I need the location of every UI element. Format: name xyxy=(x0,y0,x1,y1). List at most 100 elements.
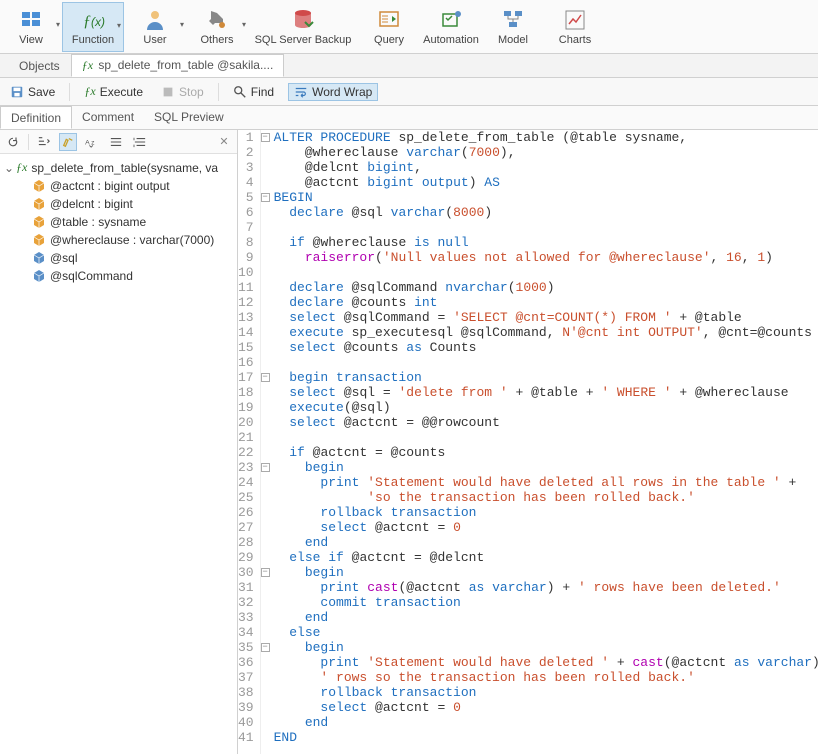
outline-panel: Az ✕ ⌄ ƒx sp_delete_from_table(sysname, … xyxy=(0,130,238,754)
ribbon-query[interactable]: Query xyxy=(358,2,420,52)
ribbon-user[interactable]: User▾ xyxy=(124,2,186,52)
tree-item[interactable]: @delcnt : bigint xyxy=(2,195,235,213)
execute-button[interactable]: ƒx Execute xyxy=(80,82,147,101)
code-line[interactable]: END xyxy=(274,730,818,745)
code-line[interactable]: begin xyxy=(274,640,818,655)
code-line[interactable]: 'so the transaction has been rolled back… xyxy=(274,490,818,505)
line-number: 20 xyxy=(238,415,254,430)
subtab-comment[interactable]: Comment xyxy=(72,106,144,129)
code-line[interactable]: select @actcnt = 0 xyxy=(274,700,818,715)
code-line[interactable]: select @actcnt = @@rowcount xyxy=(274,415,818,430)
fold-marker[interactable]: − xyxy=(261,190,270,205)
indent-icon xyxy=(37,136,51,148)
code-content[interactable]: ALTER PROCEDURE sp_delete_from_table (@t… xyxy=(270,130,818,754)
code-line[interactable]: end xyxy=(274,535,818,550)
code-line[interactable]: ' rows so the transaction has been rolle… xyxy=(274,670,818,685)
save-button[interactable]: Save xyxy=(6,83,59,101)
tree-root[interactable]: ⌄ ƒx sp_delete_from_table(sysname, va xyxy=(2,158,235,177)
code-line[interactable]: select @sql = 'delete from ' + @table + … xyxy=(274,385,818,400)
line-number: 40 xyxy=(238,715,254,730)
tree-item[interactable]: @whereclause : varchar(7000) xyxy=(2,231,235,249)
code-line[interactable]: execute sp_executesql @sqlCommand, N'@cn… xyxy=(274,325,818,340)
ribbon-model[interactable]: Model xyxy=(482,2,544,52)
code-line[interactable]: select @actcnt = 0 xyxy=(274,520,818,535)
code-editor[interactable]: 1234567891011121314151617181920212223242… xyxy=(238,130,818,754)
refresh-button[interactable] xyxy=(4,133,22,151)
line-number: 30 xyxy=(238,565,254,580)
tree-item[interactable]: @sqlCommand xyxy=(2,267,235,285)
line-number: 28 xyxy=(238,535,254,550)
code-line[interactable]: end xyxy=(274,610,818,625)
tab-active-file[interactable]: ƒx sp_delete_from_table @sakila.... xyxy=(71,54,285,77)
code-line[interactable]: declare @sqlCommand nvarchar(1000) xyxy=(274,280,818,295)
code-line[interactable]: select @sqlCommand = 'SELECT @cnt=COUNT(… xyxy=(274,310,818,325)
fold-marker xyxy=(261,325,270,340)
code-line[interactable]: begin xyxy=(274,460,818,475)
line-number: 21 xyxy=(238,430,254,445)
ribbon-automation[interactable]: Automation xyxy=(420,2,482,52)
fold-marker xyxy=(261,145,270,160)
code-line[interactable]: print 'Statement would have deleted all … xyxy=(274,475,818,490)
fold-marker xyxy=(261,175,270,190)
fold-marker[interactable]: − xyxy=(261,370,270,385)
code-line[interactable]: print cast(@actcnt as varchar) + ' rows … xyxy=(274,580,818,595)
sort-indent-button[interactable] xyxy=(35,133,53,151)
collapse-button[interactable] xyxy=(131,133,149,151)
main-split: Az ✕ ⌄ ƒx sp_delete_from_table(sysname, … xyxy=(0,130,818,754)
code-line[interactable] xyxy=(274,355,818,370)
find-button[interactable]: Find xyxy=(229,83,278,101)
tree-item[interactable]: @sql xyxy=(2,249,235,267)
code-line[interactable]: begin xyxy=(274,565,818,580)
fold-marker xyxy=(261,670,270,685)
ribbon-sqlbackup[interactable]: SQL Server Backup xyxy=(248,2,358,52)
code-line[interactable]: begin transaction xyxy=(274,370,818,385)
code-line[interactable]: end xyxy=(274,715,818,730)
code-line[interactable]: declare @sql varchar(8000) xyxy=(274,205,818,220)
ribbon-others[interactable]: Others▾ xyxy=(186,2,248,52)
line-number: 35 xyxy=(238,640,254,655)
tree-twisty-icon[interactable]: ⌄ xyxy=(2,161,16,175)
chart-icon xyxy=(563,8,587,32)
subtabs: DefinitionCommentSQL Preview xyxy=(0,106,818,130)
code-line[interactable] xyxy=(274,220,818,235)
code-line[interactable]: @whereclause varchar(7000), xyxy=(274,145,818,160)
code-line[interactable]: @actcnt bigint output) AS xyxy=(274,175,818,190)
code-line[interactable]: print 'Statement would have deleted ' + … xyxy=(274,655,818,670)
tab-objects[interactable]: Objects xyxy=(8,55,71,77)
ribbon-charts[interactable]: Charts xyxy=(544,2,606,52)
code-line[interactable]: else if @actcnt = @delcnt xyxy=(274,550,818,565)
fold-marker[interactable]: − xyxy=(261,460,270,475)
wordwrap-button[interactable]: Word Wrap xyxy=(288,83,378,101)
code-line[interactable]: if @whereclause is null xyxy=(274,235,818,250)
code-line[interactable]: ALTER PROCEDURE sp_delete_from_table (@t… xyxy=(274,130,818,145)
code-line[interactable]: BEGIN xyxy=(274,190,818,205)
tree-item[interactable]: @table : sysname xyxy=(2,213,235,231)
code-line[interactable]: execute(@sql) xyxy=(274,400,818,415)
fold-marker[interactable]: − xyxy=(261,130,270,145)
code-line[interactable]: select @counts as Counts xyxy=(274,340,818,355)
fold-marker[interactable]: − xyxy=(261,640,270,655)
expand-button[interactable] xyxy=(107,133,125,151)
ribbon-function[interactable]: ƒ(x)Function▾ xyxy=(62,2,124,52)
fold-marker xyxy=(261,400,270,415)
ribbon-view[interactable]: View▾ xyxy=(0,2,62,52)
close-panel-button[interactable]: ✕ xyxy=(215,133,233,151)
svg-text:z: z xyxy=(91,139,95,146)
code-line[interactable]: commit transaction xyxy=(274,595,818,610)
tree-item[interactable]: @actcnt : bigint output xyxy=(2,177,235,195)
code-line[interactable]: if @actcnt = @counts xyxy=(274,445,818,460)
code-line[interactable]: rollback transaction xyxy=(274,685,818,700)
fold-marker[interactable]: − xyxy=(261,565,270,580)
subtab-definition[interactable]: Definition xyxy=(0,106,72,129)
code-line[interactable]: else xyxy=(274,625,818,640)
subtab-sql-preview[interactable]: SQL Preview xyxy=(144,106,234,129)
code-line[interactable]: declare @counts int xyxy=(274,295,818,310)
code-line[interactable]: rollback transaction xyxy=(274,505,818,520)
code-line[interactable]: raiserror('Null values not allowed for @… xyxy=(274,250,818,265)
highlight-button[interactable] xyxy=(59,133,77,151)
code-line[interactable]: @delcnt bigint, xyxy=(274,160,818,175)
sort-az-button[interactable]: Az xyxy=(83,133,101,151)
svg-text:ƒ: ƒ xyxy=(83,13,91,30)
code-line[interactable] xyxy=(274,265,818,280)
code-line[interactable] xyxy=(274,430,818,445)
